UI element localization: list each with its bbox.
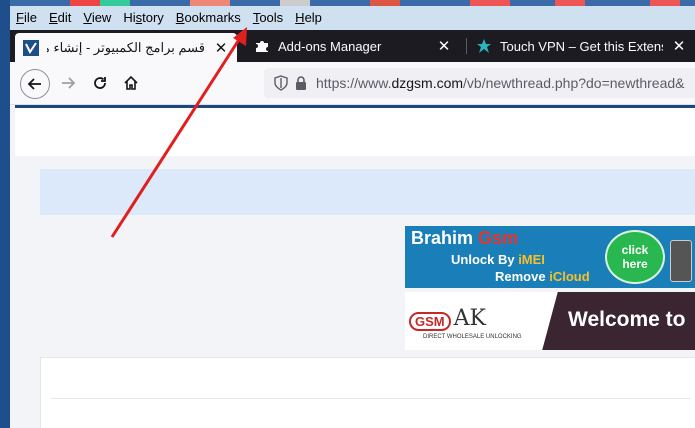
gsm-ak-logo: GSM AK [409, 306, 486, 331]
menu-bookmarks[interactable]: Bookmarks [170, 6, 247, 30]
back-button[interactable] [20, 69, 50, 99]
page-content: Brahim Gsm Unlock By iMEI Remove iCloud … [10, 105, 695, 428]
address-bar[interactable]: https://www.dzgsm.com/vb/newthread.php?d… [264, 68, 695, 98]
banner-brand: Brahim Gsm [411, 228, 519, 248]
menu-history[interactable]: History [117, 6, 169, 30]
touch-vpn-icon [476, 38, 492, 54]
desktop-icon [0, 120, 10, 138]
reload-icon [94, 77, 106, 89]
menu-help[interactable]: Help [289, 6, 328, 30]
gsm-ak-banner[interactable]: GSM AK DIRECT WHOLESALE UNLOCKING Welcom… [405, 292, 695, 350]
puzzle-icon [254, 38, 270, 54]
menu-view[interactable]: View [77, 6, 117, 30]
navigation-band [40, 169, 695, 215]
menu-tools[interactable]: Tools [247, 6, 289, 30]
close-tab-icon[interactable]: ✕ [671, 38, 687, 55]
phone-image [670, 240, 692, 282]
tab-touch-vpn[interactable]: Touch VPN – Get this Extension ✕ [468, 30, 695, 62]
tab-new-thread[interactable]: قسم برامج الكمبيوتر - إنشاء موضوع ✕ [15, 33, 237, 62]
banner-line-icloud: Remove iCloud [495, 269, 590, 284]
browser-window: File Edit View History Bookmarks Tools H… [10, 6, 695, 428]
vbulletin-favicon [23, 39, 39, 56]
home-button[interactable] [117, 69, 145, 97]
thread-form-panel [40, 357, 695, 428]
home-icon [124, 75, 138, 90]
tab-title: قسم برامج الكمبيوتر - إنشاء موضوع [47, 39, 205, 55]
close-tab-icon[interactable]: ✕ [436, 38, 452, 55]
tab-title: Add-ons Manager [278, 38, 382, 54]
tab-title: Touch VPN – Get this Extension [500, 38, 663, 54]
banner-line-unlock: Unlock By iMEI [451, 252, 545, 267]
brahim-gsm-banner[interactable]: Brahim Gsm Unlock By iMEI Remove iCloud … [405, 226, 695, 288]
menu-file[interactable]: File [10, 6, 43, 30]
arrow-left-icon [27, 78, 41, 90]
banner-tagline: DIRECT WHOLESALE UNLOCKING [423, 334, 522, 340]
tab-addons-manager[interactable]: Add-ons Manager ✕ [246, 30, 460, 62]
arrow-right-icon [62, 77, 76, 89]
divider [51, 398, 691, 399]
reload-button[interactable] [86, 69, 114, 97]
banner-welcome-text: Welcome to [568, 308, 686, 331]
lock-icon[interactable] [294, 75, 308, 91]
click-here-button[interactable]: click here [605, 230, 665, 284]
site-header [15, 105, 695, 156]
close-tab-icon[interactable]: ✕ [213, 40, 229, 57]
menu-edit[interactable]: Edit [43, 6, 77, 30]
banner-welcome-panel: Welcome to [538, 292, 695, 350]
tracking-protection-shield-icon[interactable] [274, 75, 288, 91]
url-text: https://www.dzgsm.com/vb/newthread.php?d… [316, 75, 685, 91]
tab-separator [466, 38, 467, 54]
desktop-background [0, 0, 10, 428]
navigation-toolbar: https://www.dzgsm.com/vb/newthread.php?d… [10, 62, 695, 105]
menu-bar: File Edit View History Bookmarks Tools H… [10, 6, 695, 30]
tab-bar: قسم برامج الكمبيوتر - إنشاء موضوع ✕ Add-… [10, 30, 695, 62]
forward-button[interactable] [54, 69, 82, 97]
